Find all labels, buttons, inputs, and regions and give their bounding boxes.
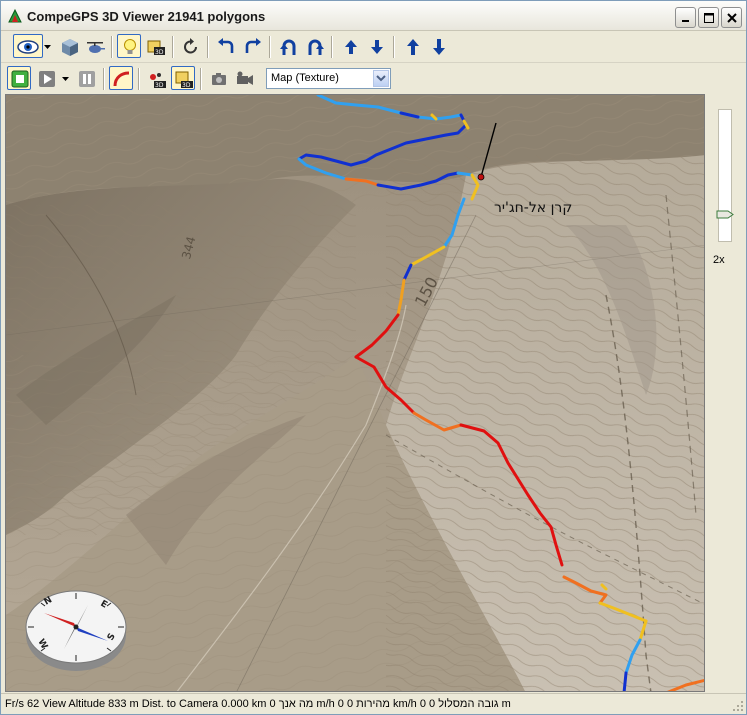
- zoom-slider[interactable]: [718, 109, 732, 242]
- 3d-viewport[interactable]: 150 344 קרן אל-חג'יר N E S W: [5, 94, 705, 692]
- altitude-up-button[interactable]: [400, 34, 424, 58]
- lighting-button[interactable]: [117, 34, 141, 58]
- refresh-button[interactable]: [178, 34, 202, 58]
- zoom-label: 2x: [713, 254, 725, 266]
- arrow-up-icon: [407, 39, 419, 55]
- close-button[interactable]: [721, 7, 742, 28]
- map-mode-value: Map (Texture): [271, 72, 339, 84]
- zoom-panel: 2x: [706, 94, 746, 692]
- tilt-left-button[interactable]: [276, 34, 300, 58]
- camera-icon: [212, 73, 226, 85]
- play-button[interactable]: [34, 66, 58, 90]
- svg-text:3D: 3D: [155, 82, 164, 89]
- eye-icon: [17, 40, 39, 54]
- maximize-icon: [704, 13, 714, 23]
- waypoint-marker[interactable]: [477, 173, 485, 181]
- toolbar-separator: [172, 36, 174, 58]
- turn-up-right-icon: [308, 39, 324, 55]
- resize-grip-icon[interactable]: [732, 700, 744, 712]
- arrow-down-icon: [433, 39, 445, 55]
- toolbar-separator: [111, 36, 113, 58]
- minimize-button[interactable]: [675, 7, 696, 28]
- record-video-button[interactable]: [232, 66, 256, 90]
- arrow-down-icon: [371, 40, 383, 54]
- svg-text:3D: 3D: [182, 82, 191, 89]
- window-title: CompeGPS 3D Viewer 21941 polygons: [27, 9, 266, 24]
- toolbar-separator: [138, 68, 140, 90]
- map-3d-toggle-button[interactable]: 3D: [171, 66, 195, 90]
- turn-up-left-icon: [280, 39, 296, 55]
- stop-icon: [11, 70, 29, 88]
- map-mode-dropdown-button[interactable]: [373, 70, 389, 87]
- rotate-left-icon: [218, 38, 234, 53]
- app-window: CompeGPS 3D Viewer 21941 polygons 3D 3D …: [0, 0, 747, 715]
- toolbar-view: 3D: [1, 31, 746, 63]
- pause-icon: [79, 71, 95, 87]
- tilt-right-button[interactable]: [302, 34, 326, 58]
- refresh-icon: [184, 38, 197, 54]
- waypoint-label: קרן אל-חג'יר: [494, 200, 573, 216]
- map-3d-button[interactable]: 3D: [143, 34, 167, 58]
- view-mode-dropdown-icon[interactable]: [43, 34, 53, 58]
- title-bar[interactable]: CompeGPS 3D Viewer 21941 polygons: [1, 1, 746, 31]
- pause-button[interactable]: [74, 66, 98, 90]
- move-down-button[interactable]: [364, 34, 388, 58]
- toolbar-separator: [393, 36, 395, 58]
- toolbar-separator: [200, 68, 202, 90]
- rotate-right-button[interactable]: [240, 34, 264, 58]
- play-dropdown-icon[interactable]: [61, 66, 71, 90]
- screenshot-button[interactable]: [206, 66, 230, 90]
- maximize-button[interactable]: [698, 7, 719, 28]
- toolbar-separator: [103, 68, 105, 90]
- toolbar-separator: [207, 36, 209, 58]
- map-mode-select[interactable]: Map (Texture): [266, 68, 391, 89]
- helicopter-icon: [87, 42, 105, 53]
- arrow-up-icon: [345, 40, 357, 54]
- bulb-icon: [124, 39, 136, 54]
- zoom-slider-thumb[interactable]: [716, 210, 734, 219]
- play-icon: [39, 71, 55, 87]
- map-3d-icon: 3D: [175, 71, 193, 89]
- map-3d-icon: 3D: [147, 40, 165, 56]
- close-icon: [727, 13, 737, 23]
- compass-icon[interactable]: N E S W: [24, 583, 134, 673]
- status-text: Fr/s 62 View Altitude 833 m Dist. to Cam…: [5, 698, 511, 710]
- toolbar-separator: [269, 36, 271, 58]
- move-up-button[interactable]: [338, 34, 362, 58]
- rotate-left-button[interactable]: [213, 34, 237, 58]
- status-bar: Fr/s 62 View Altitude 833 m Dist. to Cam…: [1, 693, 746, 714]
- track-button[interactable]: [109, 66, 133, 90]
- rotate-right-icon: [245, 38, 261, 53]
- chevron-down-icon: [376, 75, 386, 82]
- altitude-down-button[interactable]: [426, 34, 450, 58]
- video-camera-icon: [237, 71, 253, 85]
- app-icon: [8, 8, 22, 23]
- view-mode-button[interactable]: [13, 34, 43, 58]
- track-curve-icon: [113, 71, 130, 87]
- fly-mode-button[interactable]: [82, 34, 106, 58]
- minimize-icon: [682, 20, 689, 22]
- svg-text:3D: 3D: [155, 49, 164, 56]
- stop-button[interactable]: [7, 66, 31, 90]
- toolbar-separator: [331, 36, 333, 58]
- object-view-button[interactable]: [57, 34, 81, 58]
- track-3d-button[interactable]: 3D: [144, 66, 168, 90]
- biker-3d-icon: 3D: [150, 73, 166, 89]
- cube-icon: [62, 39, 78, 56]
